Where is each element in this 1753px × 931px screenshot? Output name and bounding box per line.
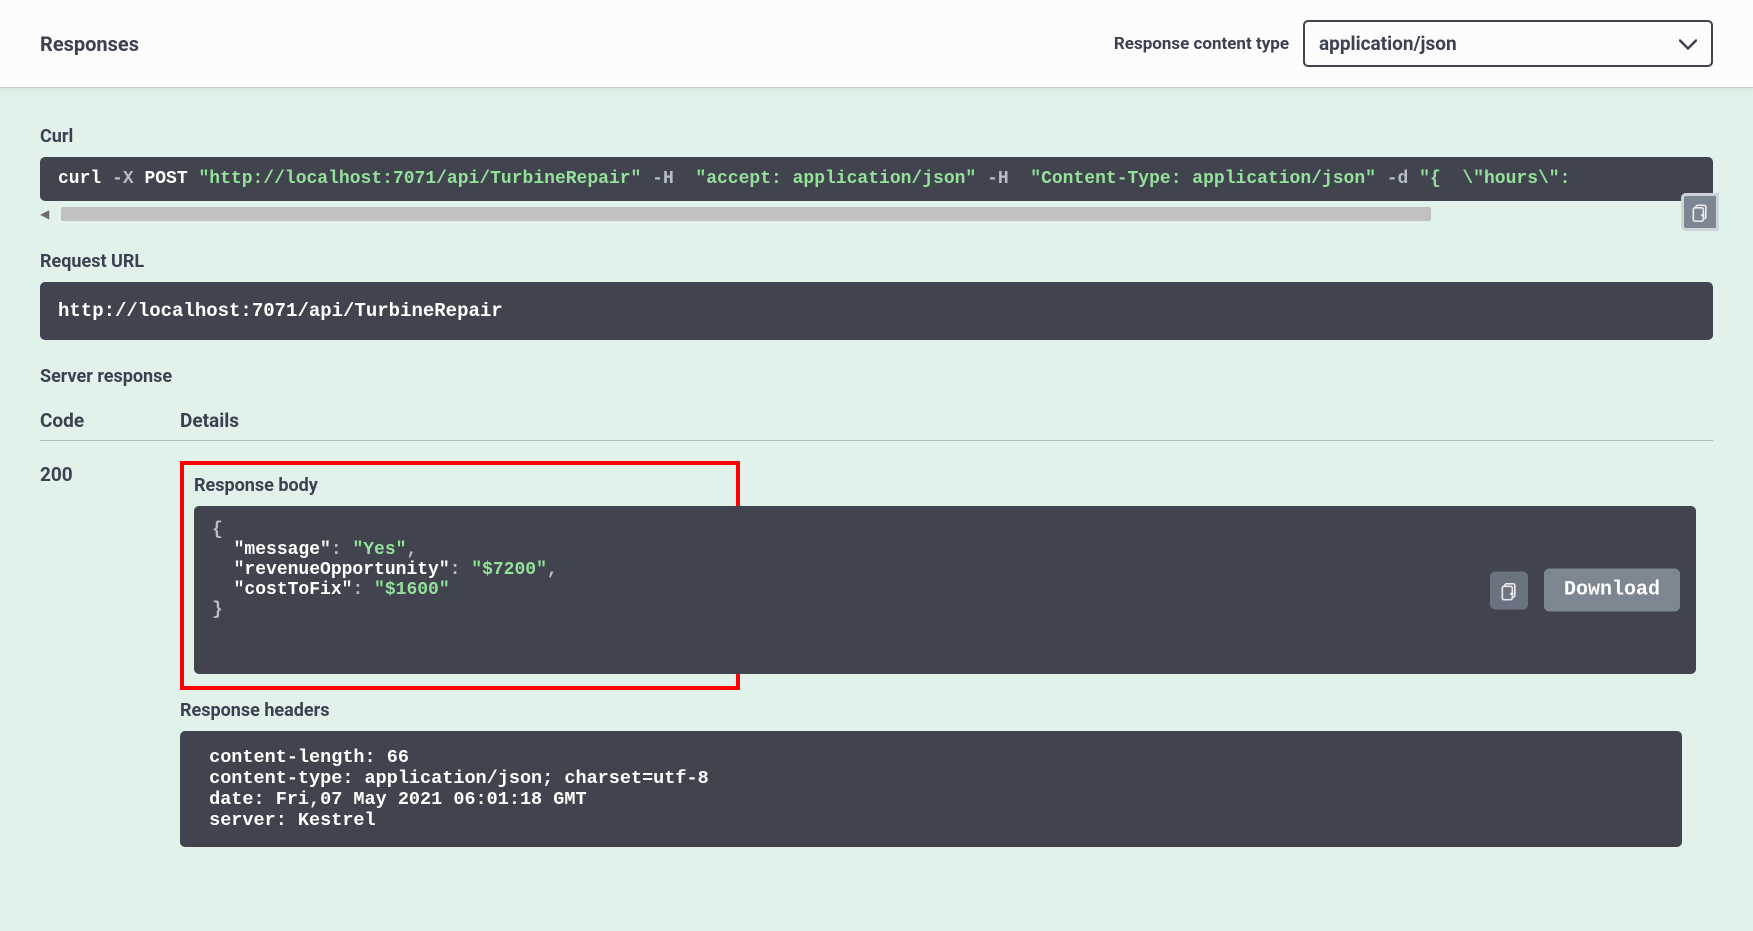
curl-content-type: "Content-Type: application/json" — [1030, 169, 1376, 189]
server-response-label: Server response — [40, 366, 1713, 387]
chevron-down-icon — [1679, 32, 1697, 55]
curl-label: Curl — [40, 126, 1713, 147]
curl-flag-h1: -H — [652, 169, 674, 189]
response-body-highlight: Response body { "message": "Yes", "reven… — [180, 461, 740, 690]
curl-flag-d: -d — [1387, 169, 1409, 189]
response-row: 200 Response body { "message": "Yes", "r… — [40, 441, 1713, 847]
content-type-wrap: Response content type application/json — [1114, 20, 1713, 67]
download-button[interactable]: Download — [1544, 569, 1680, 612]
response-headers-label: Response headers — [180, 700, 1713, 721]
col-details-header: Details — [180, 409, 1713, 432]
curl-flag-h2: -H — [987, 169, 1009, 189]
main-content: Curl curl -X POST "http://localhost:7071… — [0, 88, 1753, 887]
request-url-label: Request URL — [40, 251, 1713, 272]
curl-body: "{ \"hours\": — [1419, 169, 1570, 189]
json-key-cost: "costToFix" — [234, 580, 353, 600]
response-body-block[interactable]: { "message": "Yes", "revenueOpportunity"… — [194, 506, 1696, 674]
curl-url: "http://localhost:7071/api/TurbineRepair… — [198, 169, 641, 189]
curl-scrollbar[interactable]: ◀ — [40, 203, 1713, 225]
responses-title: Responses — [40, 32, 139, 56]
copy-response-button[interactable] — [1490, 571, 1528, 609]
content-type-select[interactable]: application/json — [1303, 20, 1713, 67]
scroll-thumb[interactable] — [61, 207, 1431, 221]
response-table-header: Code Details — [40, 397, 1713, 441]
response-body-label: Response body — [194, 475, 726, 496]
curl-flag-x: -X — [112, 169, 134, 189]
content-type-value: application/json — [1319, 32, 1457, 55]
curl-cmd: curl — [58, 169, 101, 189]
status-code: 200 — [40, 461, 180, 847]
responses-header: Responses Response content type applicat… — [0, 0, 1753, 88]
details-cell: Response body { "message": "Yes", "reven… — [180, 461, 1713, 847]
curl-method: POST — [144, 169, 187, 189]
curl-accept: "accept: application/json" — [695, 169, 976, 189]
json-val-cost: "$1600" — [374, 580, 450, 600]
content-type-label: Response content type — [1114, 34, 1289, 54]
response-body-controls: Download — [1490, 569, 1680, 612]
json-key-revenue: "revenueOpportunity" — [234, 560, 450, 580]
response-headers-block[interactable]: content-length: 66 content-type: applica… — [180, 731, 1682, 847]
clipboard-icon — [1499, 580, 1519, 600]
curl-command-block[interactable]: curl -X POST "http://localhost:7071/api/… — [40, 157, 1713, 201]
json-val-revenue: "$7200" — [471, 560, 547, 580]
json-val-message: "Yes" — [352, 540, 406, 560]
request-url-value: http://localhost:7071/api/TurbineRepair — [58, 300, 503, 322]
scroll-left-icon[interactable]: ◀ — [40, 207, 49, 221]
request-url-block[interactable]: http://localhost:7071/api/TurbineRepair — [40, 282, 1713, 340]
col-code-header: Code — [40, 409, 180, 432]
json-key-message: "message" — [234, 540, 331, 560]
